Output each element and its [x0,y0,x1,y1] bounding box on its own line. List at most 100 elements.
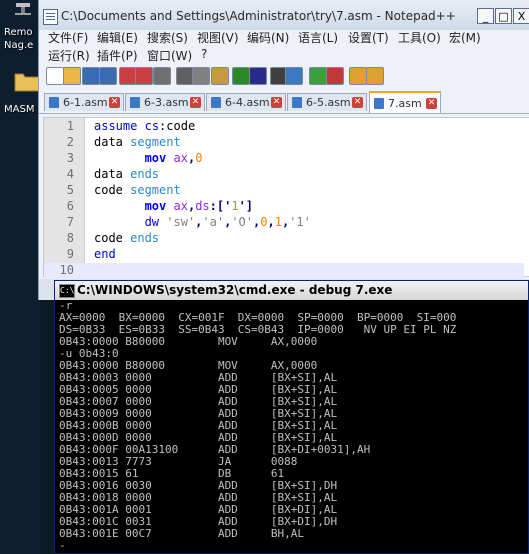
save-all-icon[interactable] [99,67,117,85]
menu-search[interactable]: 搜索(S) [147,29,188,46]
file-icon [374,98,384,109]
menu-macro[interactable]: 宏(M) [449,29,481,46]
code-token: ax [173,199,188,213]
print-icon[interactable] [153,67,171,85]
line-number: 9 [66,247,74,261]
console-line: DS=0B33 ES=0B33 SS=0B43 CS=0B43 IP=0000 … [59,324,457,336]
tab-close-icon[interactable]: ✕ [271,97,282,108]
menu-tools[interactable]: 工具(O) [398,29,441,46]
code-token: data [94,167,131,181]
line-number: 10 [59,263,74,277]
console-output[interactable]: -r AX=0000 BX=0000 CX=001F DX=0000 SP=000… [59,300,528,552]
code-line[interactable]: 4 data ends [44,167,524,183]
cmd-title-bar[interactable]: C:\ C:\WINDOWS\system32\cmd.exe - debug … [55,281,528,300]
tab-6-5-asm[interactable]: 6-5.asm ✕ [287,93,367,111]
line-number: 3 [66,151,74,165]
menu-help[interactable]: ? [201,47,207,61]
menu-run[interactable]: 运行(R) [48,47,90,64]
code-token: '] [238,199,254,213]
desktop: Remo Nag.e MASM [0,0,40,554]
code-line[interactable]: 7 dw 'sw','a','O',0,1,'1' [44,215,524,231]
folder-icon[interactable] [14,70,40,92]
copy-icon[interactable] [192,67,210,85]
tab-close-icon[interactable]: ✕ [190,97,201,108]
code-editor[interactable]: 1 assume cs:code 2 data segment 3 mov ax,0 4 d… [43,117,529,279]
console-line: - [59,540,66,552]
save-icon[interactable] [82,67,100,85]
code-token: 'O' [231,215,254,229]
tab-6-1-asm[interactable]: 6-1.asm ✕ [44,93,124,111]
notepad-app-icon [43,9,58,25]
menu-window[interactable]: 窗口(W) [147,47,192,64]
code-line[interactable]: 6 mov ax,ds:['1'] [44,199,524,215]
menu-encoding[interactable]: 编码(N) [247,29,289,46]
maximize-button[interactable]: □ [495,8,512,24]
code-line[interactable]: 9 end [44,247,524,263]
code-line[interactable]: 1 assume cs:code [44,119,524,135]
notepadpp-window: C:\Documents and Settings\Administrator\… [38,0,529,300]
desktop-label-remote[interactable]: Remo [4,27,33,38]
code-token: 0 [195,151,203,165]
zoom-in-icon[interactable] [309,67,327,85]
code-token: segment [130,183,181,197]
tab-6-4-asm[interactable]: 6-4.asm ✕ [206,93,286,111]
code-line[interactable]: 3 mov ax,0 [44,151,524,167]
code-token: code [94,183,131,197]
console-line: 0B43:0015 61 DB 61 [59,468,285,480]
code-line[interactable]: 10 [44,263,524,279]
code-line[interactable]: 8 code ends [44,231,524,247]
minimize-button[interactable]: _ [477,8,494,24]
replace-icon[interactable] [285,67,303,85]
new-file-icon[interactable] [46,67,64,85]
close-all-icon[interactable] [135,67,153,85]
code-token: cs [144,119,160,133]
menu-view[interactable]: 视图(V) [197,29,239,46]
code-token: ends [130,231,160,245]
tab-close-icon[interactable]: ✕ [109,97,120,108]
code-token: end [94,247,116,261]
menu-plugins[interactable]: 插件(P) [97,47,138,64]
code-token: segment [130,135,181,149]
code-token: data [94,135,131,149]
tab-close-icon[interactable]: ✕ [352,97,363,108]
code-token: ds [195,199,210,213]
redo-icon[interactable] [249,67,267,85]
sync-h-icon[interactable] [366,67,384,85]
zoom-out-icon[interactable] [326,67,344,85]
code-token: dw [144,215,160,229]
code-token: assume [94,119,138,133]
desktop-label-nag[interactable]: Nag.e [4,40,33,51]
line-number: 4 [66,167,74,181]
sync-v-icon[interactable] [349,67,367,85]
code-text: data ends [94,167,159,181]
menu-settings[interactable]: 设置(T) [348,29,389,46]
undo-icon[interactable] [232,67,250,85]
console-line: 0B43:001E 00C7 ADD BH,AL [59,528,305,540]
desktop-label-masm[interactable]: MASM [4,104,34,115]
menu-file[interactable]: 文件(F) [48,29,88,46]
code-token: 'sw' [166,215,196,229]
notepad-window-title: C:\Documents and Settings\Administrator\… [61,9,456,23]
tab-7-asm[interactable]: 7.asm ✕ [369,91,441,113]
code-token: '1' [289,215,311,229]
notepad-title-bar[interactable]: C:\Documents and Settings\Administrator\… [39,0,529,30]
network-icon[interactable] [14,2,32,16]
paste-icon[interactable] [211,67,229,85]
tab-label: 6-3.asm [144,96,189,109]
code-token: :[' [209,199,232,213]
menu-edit[interactable]: 编辑(E) [97,29,138,46]
open-folder-icon[interactable] [63,67,81,85]
code-token: ax [173,151,188,165]
close-button[interactable]: X [513,8,529,24]
cmd-window-title: C:\WINDOWS\system32\cmd.exe - debug 7.ex… [77,283,393,297]
tab-close-icon[interactable]: ✕ [426,98,437,109]
code-line[interactable]: 2 data segment [44,135,524,151]
tab-6-3-asm[interactable]: 6-3.asm ✕ [125,93,205,111]
code-line[interactable]: 5 code segment [44,183,524,199]
tab-label: 6-5.asm [306,96,351,109]
menu-language[interactable]: 语言(L) [298,29,338,46]
